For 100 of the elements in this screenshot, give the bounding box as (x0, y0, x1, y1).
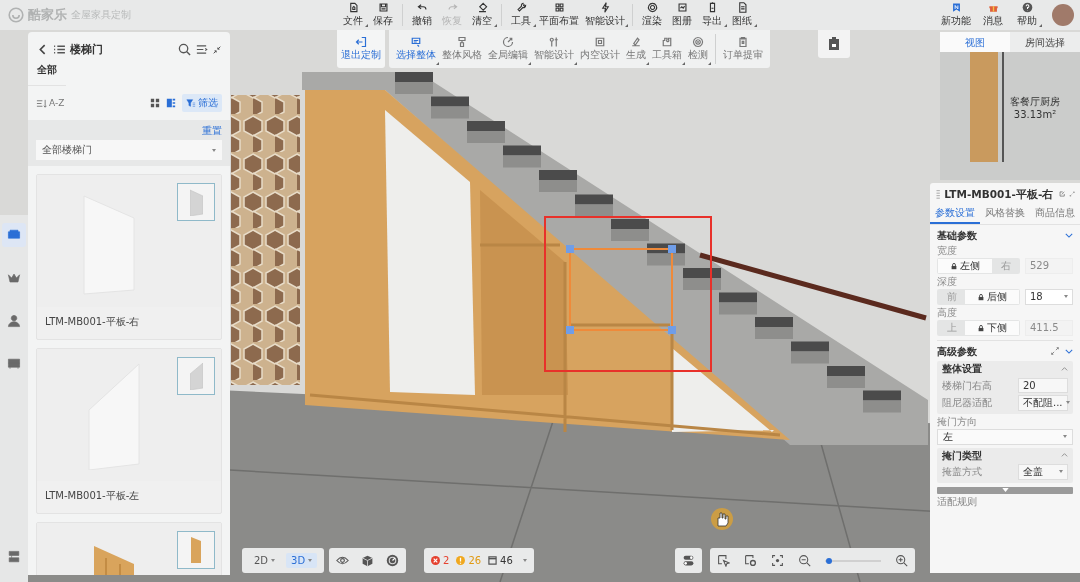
toolbar-button[interactable]: 内空设计 (577, 30, 623, 68)
menu-button[interactable]: 文件 (338, 0, 368, 30)
filter-button[interactable]: 筛选 (182, 94, 222, 112)
lock-icon (977, 292, 985, 301)
view-mode-button[interactable]: 2D (249, 553, 281, 568)
field-label: 高度 (937, 306, 958, 319)
error-icon (431, 556, 440, 565)
menu-button[interactable]: 保存 (368, 0, 398, 30)
thumbnail[interactable] (177, 183, 215, 221)
toolbar-button[interactable]: 工具箱 (649, 30, 685, 68)
menu-button[interactable]: 消息 (978, 0, 1008, 30)
toolbar-button[interactable]: 整体风格 (439, 30, 485, 68)
file-icon (347, 2, 359, 13)
product-card[interactable]: LTM-MB001-平板-右 (36, 174, 222, 340)
panel-tab[interactable]: 商品信息 (1030, 203, 1080, 225)
corner-mark (1039, 24, 1042, 27)
value-field[interactable]: 20 (1018, 377, 1068, 394)
field-label: 掩盖方式 (942, 466, 982, 478)
menu-button[interactable]: 渲染 (637, 0, 667, 30)
issues-bar[interactable]: 2 26 46 (424, 548, 534, 573)
segmented-control[interactable]: 前 后侧 (937, 289, 1020, 305)
corner-mark (682, 62, 685, 65)
layout-icon (6, 549, 22, 565)
collapse-icon[interactable] (212, 44, 222, 55)
menu-button[interactable]: 撤销 (407, 0, 437, 30)
search-icon[interactable] (178, 43, 191, 56)
zoom-out-icon[interactable] (798, 554, 811, 567)
toolbar-button[interactable]: 全局编辑 (485, 30, 531, 68)
menu-button[interactable]: 导出 (697, 0, 727, 30)
grid-view-icon[interactable] (150, 98, 160, 108)
cabinet-icon (6, 356, 22, 372)
frame-settings-icon[interactable] (744, 554, 757, 567)
view-tab[interactable]: 房间选择 (1010, 32, 1080, 54)
user-avatar[interactable] (1052, 4, 1074, 26)
corner-mark (754, 24, 757, 27)
menu-button[interactable]: 平面布置 (536, 0, 582, 30)
menu-button[interactable]: 清空 (467, 0, 497, 30)
clipboard-button[interactable] (818, 30, 850, 58)
expand-icon[interactable] (1050, 346, 1060, 357)
frame-select-icon[interactable] (717, 554, 730, 567)
toolbar-button[interactable]: 订单提审 (720, 30, 766, 68)
drag-handle-icon[interactable] (935, 189, 942, 200)
menu-button[interactable]: 图纸 (727, 0, 757, 30)
sort-button[interactable]: A-Z (36, 97, 65, 109)
panel-title: 楼梯门 (70, 42, 103, 57)
category-dropdown[interactable]: 全部楼梯门 (36, 140, 222, 160)
panel-title: LTM-MB001-平板-右 (944, 188, 1054, 201)
thumbnail[interactable] (177, 531, 215, 569)
field-label: 掩门方向 (937, 415, 978, 428)
value-dropdown[interactable]: 不配阻... (1018, 395, 1068, 411)
clipboard-icon (737, 36, 749, 48)
more-bar[interactable] (937, 486, 1073, 494)
caret-icon (212, 148, 216, 152)
puzzle-icon (661, 36, 673, 48)
value-dropdown[interactable]: 全盖 (1018, 464, 1068, 480)
chevron-icon[interactable] (1065, 348, 1073, 354)
exit-button[interactable]: 退出定制 (337, 30, 385, 68)
app-logo: 酷家乐 (28, 6, 67, 24)
view-mode-button[interactable]: 3D (286, 553, 318, 568)
value-dropdown[interactable]: 左 (937, 429, 1073, 445)
field-label: 适配规则 (937, 495, 978, 508)
reset-link[interactable]: 重置 (202, 124, 222, 138)
thumbnail[interactable] (177, 357, 215, 395)
panel-tab[interactable]: 风格替换 (980, 203, 1030, 225)
gauge-icon[interactable] (386, 554, 399, 567)
corner-mark (724, 24, 727, 27)
menu-button[interactable]: 智能设计 (582, 0, 628, 30)
list-view-icon[interactable] (166, 98, 176, 108)
corner-mark (708, 62, 711, 65)
toggle-icon[interactable] (682, 554, 695, 567)
menu-button[interactable]: 帮助 (1012, 0, 1042, 30)
toolbar-button[interactable]: 智能设计 (531, 30, 577, 68)
eye-icon[interactable] (336, 554, 349, 567)
menu-icon[interactable] (195, 43, 208, 56)
value-dropdown[interactable]: 18 (1025, 289, 1073, 305)
product-name: LTM-MB001-平板-左 (44, 489, 141, 503)
zoom-slider-thumb[interactable] (826, 557, 833, 564)
toolbar-button[interactable]: 检测 (685, 30, 711, 68)
focus-icon[interactable] (771, 554, 784, 567)
cube-icon[interactable] (361, 554, 374, 567)
menu-button[interactable]: 工具 (506, 0, 536, 30)
section-title: 基础参数 (937, 230, 977, 242)
edit-icon[interactable] (1059, 189, 1066, 200)
product-card[interactable]: LTM-MB001-平板-左 (36, 348, 222, 514)
panel-tab[interactable]: 参数设置 (930, 203, 980, 225)
breadcrumb[interactable]: 全部 (28, 61, 66, 86)
corner-mark (494, 24, 497, 27)
sidebar-button[interactable] (2, 223, 26, 247)
menu-button[interactable]: 图册 (667, 0, 697, 30)
toolbar-button[interactable]: 选择整体 (393, 30, 439, 68)
pen-icon (630, 36, 642, 48)
segment-option[interactable]: 后侧 (965, 290, 1019, 304)
menu-button[interactable]: 新功能 (938, 0, 974, 30)
field-label: 楼梯门右高 (942, 379, 992, 392)
view-tab[interactable]: 视图 (940, 32, 1010, 54)
zoom-in-icon[interactable] (895, 554, 908, 567)
floor-plan-minimap[interactable]: 客餐厅厨房 33.13m² (940, 52, 1080, 180)
chevron-icon[interactable] (1065, 233, 1073, 239)
toolbar-button[interactable]: 生成 (623, 30, 649, 68)
target-icon (646, 2, 658, 13)
